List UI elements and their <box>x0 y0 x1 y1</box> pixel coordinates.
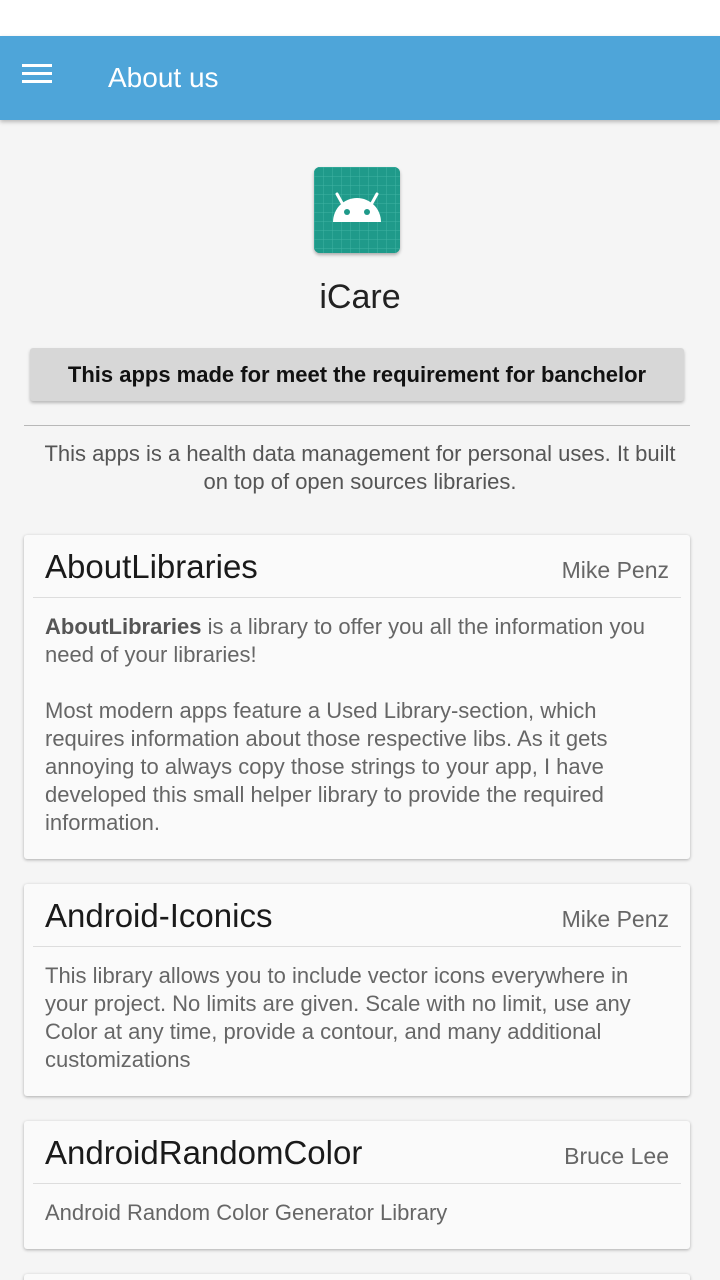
library-author[interactable]: Mike Penz <box>562 557 669 584</box>
page-title: About us <box>108 62 219 93</box>
app-description: This apps is a health data management fo… <box>44 441 676 494</box>
about-content[interactable]: iCare This apps made for meet the requir… <box>0 120 720 1280</box>
app-name: iCare <box>319 278 401 316</box>
library-card-header: AndroidRandomColor Bruce Lee <box>33 1121 681 1184</box>
library-name: AndroidRandomColor <box>45 1134 363 1171</box>
library-card-header: AboutLibraries Mike Penz <box>33 535 681 598</box>
library-card-header: Android-Iconics Mike Penz <box>33 884 681 947</box>
status-bar <box>0 0 720 36</box>
library-card-android-iconics[interactable]: Android-Iconics Mike Penz This library a… <box>24 884 690 1096</box>
library-card-aboutlibraries[interactable]: AboutLibraries Mike Penz AboutLibraries … <box>24 535 690 859</box>
library-author[interactable]: Mike Penz <box>562 906 669 933</box>
library-description: This library allows you to include vecto… <box>45 963 631 1072</box>
hamburger-menu-icon[interactable] <box>22 62 62 94</box>
library-description: AboutLibraries is a library to offer you… <box>24 598 690 837</box>
library-name: AboutLibraries <box>45 548 258 585</box>
app-bar: About us <box>0 36 720 120</box>
library-card-androidrandomcolor[interactable]: AndroidRandomColor Bruce Lee Android Ran… <box>24 1121 690 1249</box>
library-author[interactable]: Bruce Lee <box>564 1143 669 1170</box>
divider <box>24 425 690 426</box>
library-description-extra: Most modern apps feature a Used Library-… <box>45 698 608 835</box>
library-description-bold: AboutLibraries <box>45 614 202 639</box>
library-card-next[interactable] <box>24 1274 690 1280</box>
library-description: Android Random Color Generator Library <box>45 1200 448 1225</box>
requirement-button[interactable]: This apps made for meet the requirement … <box>30 348 684 401</box>
android-robot-icon <box>314 167 400 253</box>
library-name: Android-Iconics <box>45 897 273 934</box>
